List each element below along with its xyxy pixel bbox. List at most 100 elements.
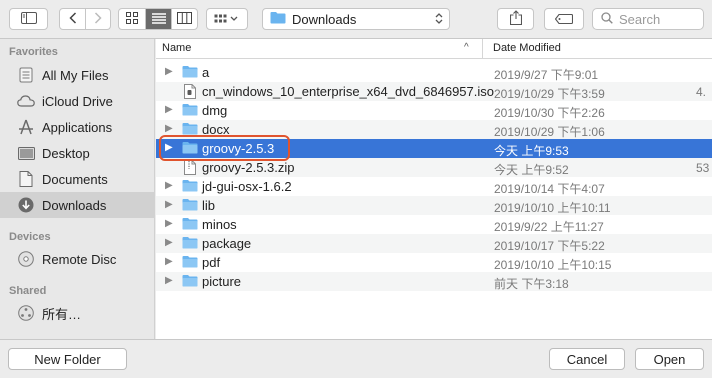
- sidebar-item-documents[interactable]: Documents: [0, 166, 155, 192]
- sidebar-item-label: 所有…: [42, 306, 82, 322]
- folder-icon: [182, 198, 198, 214]
- file-name: minos: [202, 217, 237, 232]
- sidebar-item-all-my-files[interactable]: All My Files: [0, 62, 155, 88]
- disclosure-triangle-icon[interactable]: ▶: [165, 256, 173, 267]
- toolbar: Downloads Search: [0, 0, 712, 39]
- sidebar-toggle-button[interactable]: [9, 8, 48, 30]
- table-row[interactable]: cn_windows_10_enterprise_x64_dvd_6846957…: [156, 82, 712, 101]
- folder-icon: [182, 274, 198, 290]
- sort-caret-icon: ^: [464, 42, 469, 53]
- list-view-button[interactable]: [145, 9, 171, 29]
- table-row[interactable]: ▶ a 2019/9/27 下午9:01: [156, 63, 712, 82]
- search-icon: [601, 11, 613, 27]
- devices-header: Devices: [9, 231, 51, 243]
- network-icon: [16, 304, 36, 322]
- file-date-modified: 2019/10/10 上午10:15: [494, 258, 612, 272]
- disclosure-triangle-icon[interactable]: ▶: [165, 237, 173, 248]
- folder-icon: [270, 11, 286, 27]
- new-folder-button[interactable]: New Folder: [8, 348, 127, 370]
- file-name: groovy-2.5.3.zip: [202, 160, 295, 175]
- file-name: jd-gui-osx-1.6.2: [202, 179, 292, 194]
- table-row[interactable]: groovy-2.5.3.zip 今天 上午9:52 53: [156, 158, 712, 177]
- list-icon: [151, 12, 166, 27]
- file-name: cn_windows_10_enterprise_x64_dvd_6846957…: [202, 84, 494, 99]
- file-date-modified: 2019/9/27 下午9:01: [494, 68, 599, 82]
- table-row[interactable]: ▶ pdf 2019/10/10 上午10:15: [156, 253, 712, 272]
- column-view-button[interactable]: [171, 9, 197, 29]
- folder-icon: [182, 141, 198, 157]
- file-date-modified: 2019/10/29 下午1:06: [494, 125, 605, 139]
- share-button[interactable]: [497, 8, 534, 30]
- sidebar-item-label: Remote Disc: [42, 251, 117, 267]
- applications-icon: [16, 118, 36, 136]
- location-popup[interactable]: Downloads: [262, 8, 450, 30]
- table-row[interactable]: ▶ lib 2019/10/10 上午10:11: [156, 196, 712, 215]
- zip-file-icon: [184, 160, 196, 178]
- back-button[interactable]: [60, 9, 85, 29]
- folder-icon: [182, 122, 198, 138]
- favorites-header: Favorites: [9, 46, 58, 58]
- file-browser: Name ^ Date Modified ▶ a 2019/9/27 下午9:01 c…: [156, 39, 712, 339]
- tag-button[interactable]: [544, 8, 584, 30]
- disc-icon: [16, 250, 36, 268]
- table-row[interactable]: ▶ docx 2019/10/29 下午1:06: [156, 120, 712, 139]
- columns-icon: [177, 11, 192, 27]
- date-column-header[interactable]: Date Modified: [493, 42, 561, 54]
- file-date-modified: 前天 下午3:18: [494, 277, 569, 291]
- sidebar-item-applications[interactable]: Applications: [0, 114, 155, 140]
- table-row[interactable]: ▶ picture 前天 下午3:18: [156, 272, 712, 291]
- sidebar-item-desktop[interactable]: Desktop: [0, 140, 155, 166]
- file-date-modified: 2019/10/30 下午2:26: [494, 106, 605, 120]
- open-button[interactable]: Open: [635, 348, 704, 370]
- table-row[interactable]: ▶ minos 2019/9/22 上午11:27: [156, 215, 712, 234]
- back-forward-control: [59, 8, 111, 30]
- disclosure-triangle-icon[interactable]: ▶: [165, 142, 173, 153]
- column-header: Name ^ Date Modified: [156, 39, 712, 59]
- file-list: ▶ a 2019/9/27 下午9:01 cn_windows_10_enterpri…: [156, 63, 712, 291]
- search-placeholder: Search: [619, 11, 661, 27]
- disclosure-triangle-icon[interactable]: ▶: [165, 199, 173, 210]
- file-name: pdf: [202, 255, 221, 270]
- name-column-header[interactable]: Name: [162, 42, 191, 54]
- folder-icon: [182, 255, 198, 271]
- cancel-button[interactable]: Cancel: [549, 348, 625, 370]
- file-date-modified: 2019/10/10 上午10:11: [494, 201, 611, 215]
- table-row[interactable]: ▶ jd-gui-osx-1.6.2 2019/10/14 下午4:07: [156, 177, 712, 196]
- disclosure-triangle-icon[interactable]: ▶: [165, 104, 173, 115]
- sidebar-item-label: iCloud Drive: [42, 93, 113, 109]
- sidebar-item-shared-all[interactable]: 所有…: [0, 300, 155, 326]
- sidebar-item-downloads[interactable]: Downloads: [0, 192, 155, 218]
- footer-bar: New Folder Cancel Open: [0, 339, 712, 378]
- shared-header: Shared: [9, 285, 47, 297]
- arrange-grid-icon: [214, 12, 240, 27]
- folder-icon: [182, 236, 198, 252]
- disclosure-triangle-icon[interactable]: ▶: [165, 275, 173, 286]
- sidebar-item-icloud-drive[interactable]: iCloud Drive: [0, 88, 155, 114]
- disclosure-triangle-icon[interactable]: ▶: [165, 123, 173, 134]
- sidebar-item-label: Desktop: [42, 145, 90, 161]
- file-name: lib: [202, 198, 216, 213]
- download-icon: [16, 196, 36, 214]
- table-row[interactable]: ▶ dmg 2019/10/30 下午2:26: [156, 101, 712, 120]
- tag-icon: [554, 12, 574, 27]
- file-date-modified: 2019/9/22 上午11:27: [494, 220, 604, 234]
- chevron-updown-icon: [435, 12, 443, 26]
- icon-view-button[interactable]: [119, 9, 145, 29]
- table-row[interactable]: ▶ groovy-2.5.3 今天 上午9:53: [156, 139, 712, 158]
- search-field[interactable]: Search: [592, 8, 704, 30]
- disclosure-triangle-icon[interactable]: ▶: [165, 218, 173, 229]
- arrange-button[interactable]: [206, 8, 248, 30]
- sidebar-item-label: All My Files: [42, 67, 109, 83]
- table-row[interactable]: ▶ package 2019/10/17 下午5:22: [156, 234, 712, 253]
- folder-icon: [182, 217, 198, 233]
- folder-icon: [182, 103, 198, 119]
- file-date-modified: 2019/10/29 下午3:59: [494, 87, 605, 101]
- disclosure-triangle-icon[interactable]: ▶: [165, 180, 173, 191]
- sidebar-item-remote-disc[interactable]: Remote Disc: [0, 246, 155, 272]
- forward-button[interactable]: [85, 9, 110, 29]
- sidebar-item-label: Downloads: [42, 197, 107, 213]
- column-divider[interactable]: [482, 39, 483, 59]
- file-name: docx: [202, 122, 230, 137]
- disclosure-triangle-icon[interactable]: ▶: [165, 66, 173, 77]
- file-name: a: [202, 65, 210, 80]
